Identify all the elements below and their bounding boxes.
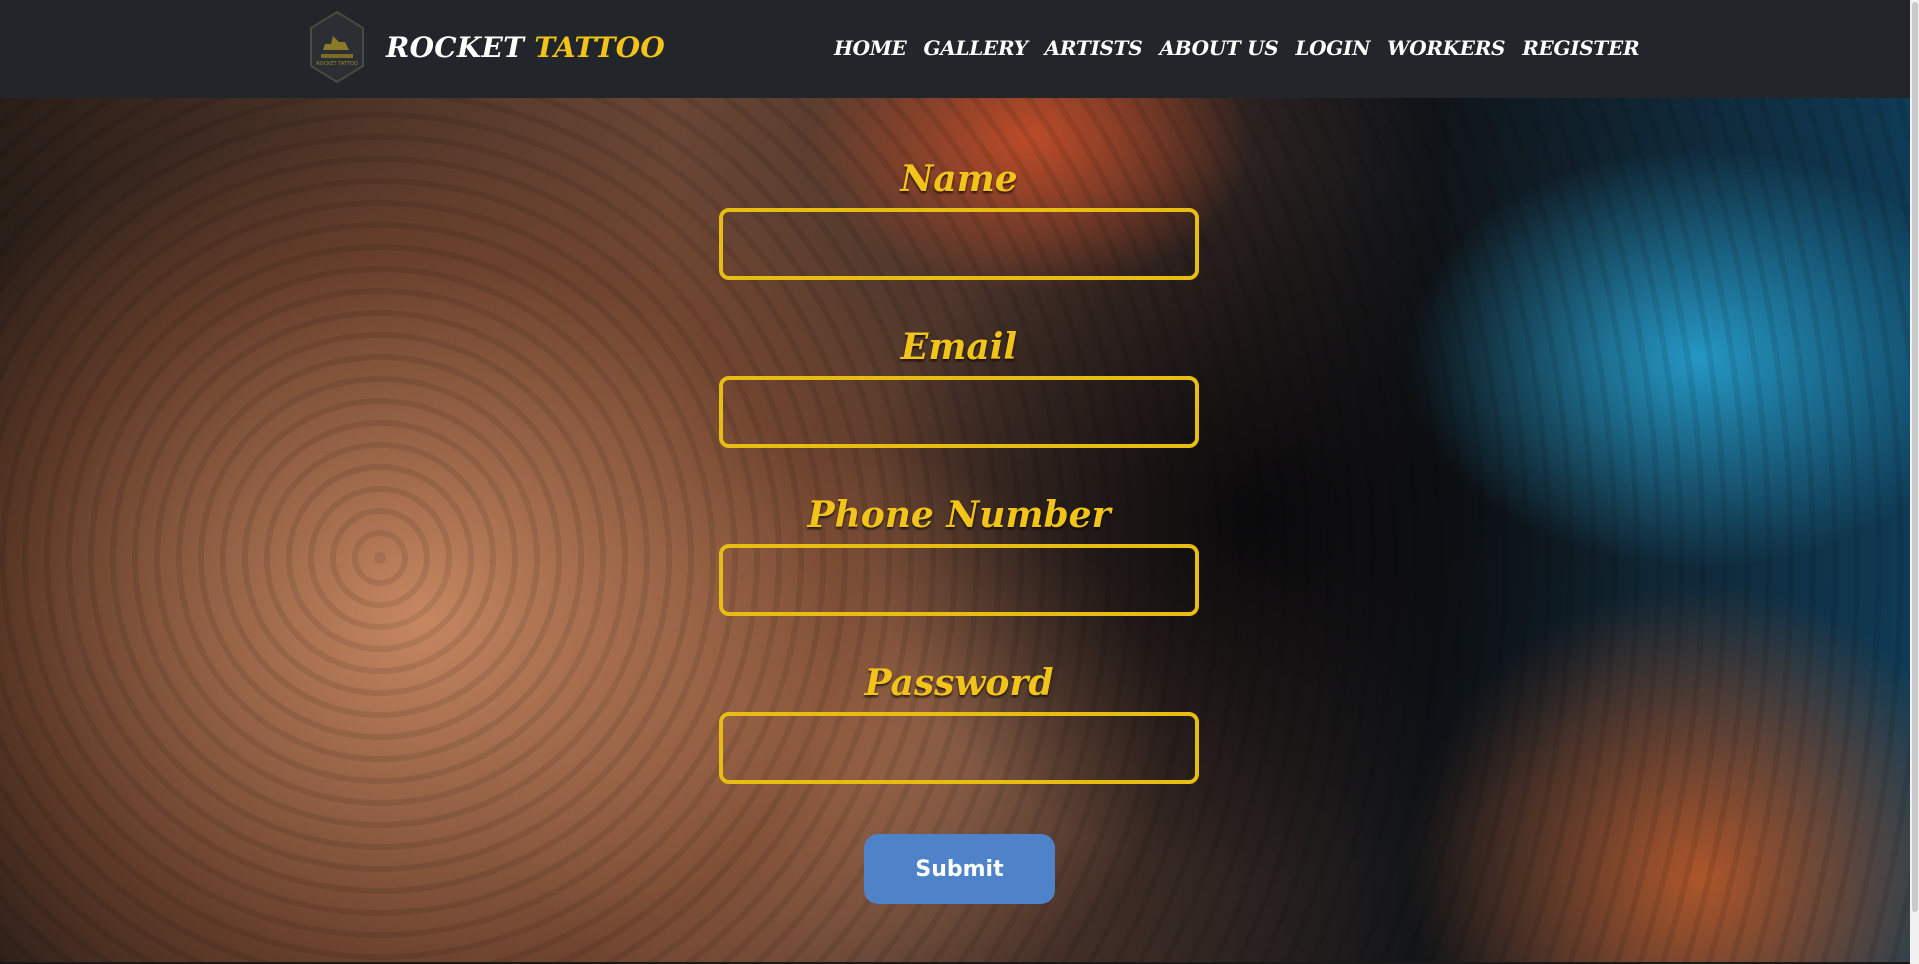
email-label: Email	[900, 326, 1018, 368]
phone-number-label: Phone Number	[807, 494, 1111, 536]
brand-name[interactable]: ROCKET TATTOO	[386, 28, 665, 68]
name-label: Name	[900, 158, 1018, 200]
nav-about-us[interactable]: ABOUT US	[1159, 33, 1278, 63]
brand-name-part2: TATTOO	[534, 31, 666, 64]
vertical-scrollbar[interactable]	[1910, 0, 1919, 964]
password-input[interactable]	[719, 712, 1199, 784]
nav-gallery[interactable]: GALLERY	[924, 33, 1028, 63]
top-navbar: ROCKET TATTOO ROCKET TATTOO HOME GALLERY…	[0, 0, 1910, 98]
nav-workers[interactable]: WORKERS	[1387, 33, 1505, 63]
password-field-group: Password	[719, 654, 1199, 822]
main-nav: HOME GALLERY ARTISTS ABOUT US LOGIN WORK…	[834, 33, 1640, 63]
register-form: Name Email Phone Number Password	[719, 150, 1199, 822]
password-label: Password	[864, 662, 1054, 704]
submit-button[interactable]: Submit	[864, 834, 1055, 904]
email-field-group: Email	[719, 318, 1199, 486]
email-input[interactable]	[719, 376, 1199, 448]
brand-name-part1: ROCKET	[386, 31, 525, 64]
scrollbar-thumb[interactable]	[1912, 2, 1918, 912]
phone-number-input[interactable]	[719, 544, 1199, 616]
nav-register[interactable]: REGISTER	[1522, 33, 1639, 63]
nav-home[interactable]: HOME	[834, 33, 907, 63]
nav-artists[interactable]: ARTISTS	[1045, 33, 1143, 63]
logo-lettering: ROCKET TATTOO	[316, 61, 358, 67]
rocket-tattoo-logo-icon[interactable]: ROCKET TATTOO	[309, 10, 365, 84]
name-field-group: Name	[719, 150, 1199, 318]
nav-login[interactable]: LOGIN	[1295, 33, 1370, 63]
phone-field-group: Phone Number	[719, 486, 1199, 654]
name-input[interactable]	[719, 208, 1199, 280]
